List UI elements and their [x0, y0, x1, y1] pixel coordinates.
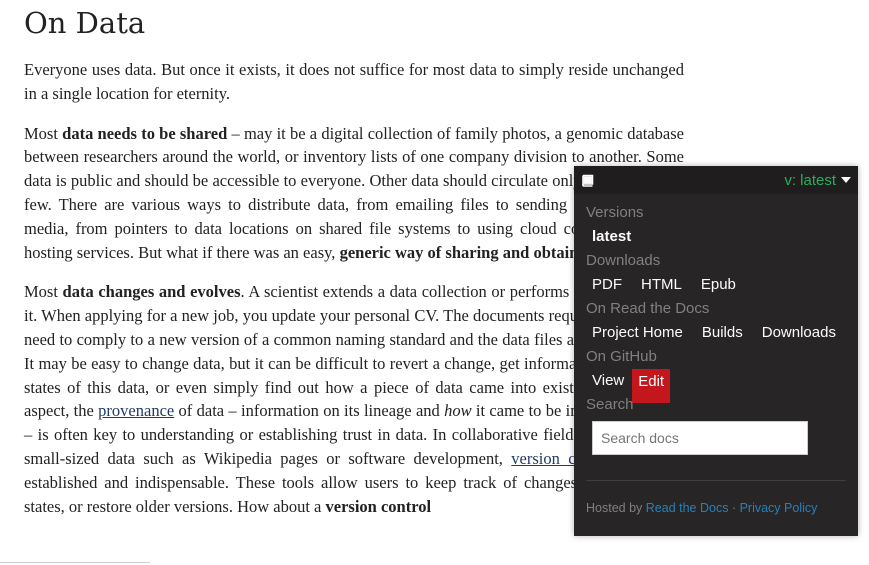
divider [586, 480, 846, 481]
version-latest-link[interactable]: latest [586, 225, 637, 249]
paragraph-intro: Everyone uses data. But once it exists, … [24, 60, 684, 103]
downloads-heading: Downloads [586, 252, 661, 269]
download-html-link[interactable]: HTML [635, 273, 688, 297]
divider [0, 562, 150, 563]
separator: · [728, 501, 740, 515]
book-icon [581, 174, 594, 187]
version-switcher[interactable]: v: latest [784, 172, 851, 189]
search-heading: Search [586, 396, 634, 413]
github-heading: On GitHub [586, 348, 657, 365]
search-input[interactable] [592, 421, 808, 455]
privacy-policy-link[interactable]: Privacy Policy [740, 501, 818, 515]
rtd-flyout: v: latest Versions latest Downloads PDF … [574, 166, 858, 536]
versions-heading: Versions [586, 204, 644, 221]
provenance-link[interactable]: provenance [98, 401, 174, 420]
hosted-by-footer: Hosted by Read the Docs · Privacy Policy [586, 501, 846, 515]
bold-text: data changes and evolves [62, 282, 241, 302]
download-epub-link[interactable]: Epub [695, 273, 742, 297]
bold-text: data needs to be shared [62, 123, 228, 143]
text: of data – information on its lineage and [174, 401, 445, 421]
version-label: v: latest [784, 171, 836, 189]
github-edit-link[interactable]: Edit [632, 369, 671, 403]
download-pdf-link[interactable]: PDF [586, 273, 628, 297]
rtd-flyout-header[interactable]: v: latest [574, 166, 858, 194]
page-title: On Data [24, 6, 146, 40]
text: Most [24, 282, 63, 302]
project-home-link[interactable]: Project Home [586, 321, 689, 345]
italic-text: how [444, 401, 472, 421]
hosted-by-text: Hosted by [586, 501, 646, 515]
read-the-docs-link[interactable]: Read the Docs [646, 501, 729, 515]
builds-link[interactable]: Builds [696, 321, 749, 345]
rtd-heading: On Read the Docs [586, 300, 710, 317]
downloads-link[interactable]: Downloads [756, 321, 842, 345]
caret-down-icon [841, 177, 851, 183]
text: Most [24, 123, 63, 143]
bold-text: version control [325, 496, 432, 516]
